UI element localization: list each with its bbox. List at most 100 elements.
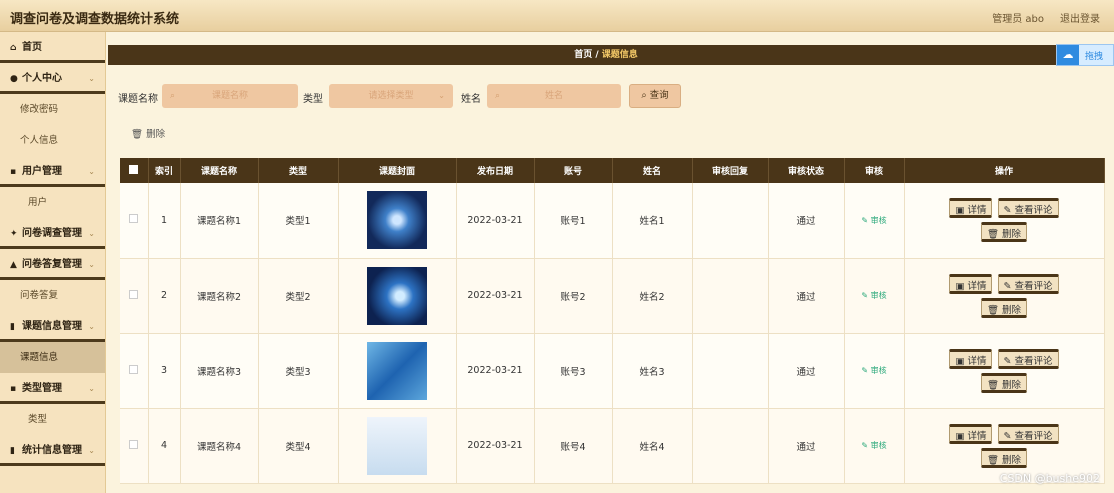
cell-person: 姓名4 (612, 408, 693, 484)
sidebar-item-personal-center[interactable]: ● 个人中心 ⌄ (0, 63, 105, 94)
cell-actions: ▣ 详情 ✎ 查看评论 🗑 删除 (904, 183, 1105, 259)
col-actions: 操作 (904, 158, 1105, 183)
chevron-down-icon: ⌄ (88, 229, 95, 238)
sidebar-item-users[interactable]: 用户 (0, 187, 105, 218)
cell-topic-name: 课题名称3 (180, 333, 259, 409)
sidebar-item-answers[interactable]: 问卷答复 (0, 280, 105, 311)
sidebar-item-change-password[interactable]: 修改密码 (0, 94, 105, 125)
grid-icon: ▪ (10, 167, 17, 177)
cell-person: 姓名3 (612, 333, 693, 409)
cloud-drag-button[interactable]: ☁ 拖拽 (1056, 44, 1114, 66)
grid-icon: ▪ (10, 384, 17, 394)
chevron-down-icon: ⌄ (88, 446, 95, 455)
sidebar-item-user-management[interactable]: ▪ 用户管理 ⌄ (0, 156, 105, 187)
breadcrumb: 首页 / 课题信息 (108, 45, 1104, 65)
edit-icon: ✎ (1003, 430, 1012, 442)
cell-cover (338, 333, 457, 409)
person-name-input[interactable]: ⌕ 姓名 (487, 84, 621, 108)
watermark: CSDN @bushe902 (999, 472, 1100, 485)
chevron-down-icon: ⌄ (88, 322, 95, 331)
detail-icon: ▣ (955, 280, 965, 292)
cell-audit: ✎ 审核 (844, 258, 905, 334)
sidebar-item-topic-management[interactable]: ▮ 课题信息管理 ⌄ (0, 311, 105, 342)
edit-icon: ✎ (861, 366, 869, 375)
row-checkbox[interactable] (120, 183, 149, 259)
query-button[interactable]: ⌕ 查询 (629, 84, 681, 108)
cell-audit: ✎ 审核 (844, 408, 905, 484)
delete-button[interactable]: 🗑 删除 (980, 447, 1028, 468)
cell-topic-name: 课题名称2 (180, 258, 259, 334)
cell-topic-name: 课题名称4 (180, 408, 259, 484)
audit-link[interactable]: ✎ 审核 (861, 291, 886, 300)
table-row: 1 课题名称1 类型1 2022-03-21 账号1 姓名1 通过 ✎ 审核 ▣… (120, 183, 1105, 259)
sidebar: ⌂ 首页 ● 个人中心 ⌄ 修改密码 个人信息 ▪ 用户管理 ⌄ 用户 ✦ 问卷调查管理 ⌄ … (0, 32, 106, 493)
sidebar-item-type-management[interactable]: ▪ 类型管理 ⌄ (0, 373, 105, 404)
edit-icon: ✎ (861, 441, 869, 450)
row-checkbox[interactable] (120, 408, 149, 484)
search-icon: ⌕ (495, 91, 501, 101)
breadcrumb-separator: / (595, 50, 599, 60)
view-comments-button[interactable]: ✎ 查看评论 (997, 348, 1059, 369)
logout-link[interactable]: 退出登录 (1060, 10, 1100, 25)
cell-reply (692, 183, 769, 259)
cover-image (367, 341, 427, 400)
topic-name-input[interactable]: ⌕ 课题名称 (162, 84, 298, 108)
edit-icon: ✎ (861, 291, 869, 300)
cell-topic-name: 课题名称1 (180, 183, 259, 259)
select-all-checkbox[interactable] (120, 158, 149, 183)
col-index: 索引 (148, 158, 181, 183)
batch-delete-button[interactable]: 🗑 删除 (131, 126, 165, 140)
cell-status: 通过 (768, 408, 845, 484)
chevron-down-icon: ⌄ (88, 167, 95, 176)
trash-icon: 🗑 (986, 454, 999, 466)
row-checkbox[interactable] (120, 258, 149, 334)
sidebar-item-personal-info[interactable]: 个人信息 (0, 125, 105, 156)
cell-person: 姓名2 (612, 258, 693, 334)
chevron-down-icon: ⌄ (88, 74, 95, 83)
cell-type: 类型4 (258, 408, 339, 484)
sidebar-item-home[interactable]: ⌂ 首页 (0, 32, 105, 63)
audit-link[interactable]: ✎ 审核 (861, 216, 886, 225)
breadcrumb-current: 课题信息 (601, 50, 638, 60)
audit-link[interactable]: ✎ 审核 (861, 441, 886, 450)
view-comments-button[interactable]: ✎ 查看评论 (997, 423, 1059, 444)
sidebar-item-topic-info[interactable]: 课题信息 (0, 342, 105, 373)
cell-person: 姓名1 (612, 183, 693, 259)
detail-icon: ▣ (955, 205, 965, 217)
breadcrumb-home[interactable]: 首页 (574, 50, 592, 60)
cell-audit: ✎ 审核 (844, 333, 905, 409)
sidebar-item-types[interactable]: 类型 (0, 404, 105, 435)
cell-date: 2022-03-21 (456, 183, 535, 259)
topic-table: 索引 课题名称 类型 课题封面 发布日期 账号 姓名 审核回复 审核状态 审核 … (120, 158, 1105, 484)
view-comments-button[interactable]: ✎ 查看评论 (997, 198, 1059, 219)
detail-button[interactable]: ▣ 详情 (949, 423, 993, 444)
edit-icon: ✎ (861, 215, 869, 225)
col-date: 发布日期 (456, 158, 535, 183)
row-checkbox[interactable] (120, 333, 149, 409)
list-icon: ▮ (10, 322, 15, 332)
search-icon: ⌕ (170, 91, 176, 101)
app-title: 调查问卷及调查数据统计系统 (10, 12, 180, 27)
sidebar-item-statistics-management[interactable]: ▮ 统计信息管理 ⌄ (0, 435, 105, 466)
trash-icon: 🗑 (131, 129, 144, 140)
delete-button[interactable]: 🗑 删除 (980, 222, 1028, 243)
chevron-down-icon: ⌄ (88, 384, 95, 393)
cell-index: 2 (148, 258, 181, 334)
sidebar-item-survey-management[interactable]: ✦ 问卷调查管理 ⌄ (0, 218, 105, 249)
detail-button[interactable]: ▣ 详情 (949, 273, 993, 294)
detail-button[interactable]: ▣ 详情 (949, 198, 993, 219)
detail-button[interactable]: ▣ 详情 (949, 348, 993, 369)
table-row: 3 课题名称3 类型3 2022-03-21 账号3 姓名3 通过 ✎ 审核 ▣… (120, 333, 1105, 409)
cover-image (367, 191, 427, 250)
cell-status: 通过 (768, 333, 845, 409)
audit-link[interactable]: ✎ 审核 (861, 366, 886, 375)
view-comments-button[interactable]: ✎ 查看评论 (997, 273, 1059, 294)
detail-icon: ▣ (955, 430, 965, 442)
type-label: 类型 (303, 94, 323, 105)
cell-status: 通过 (768, 183, 845, 259)
delete-button[interactable]: 🗑 删除 (980, 372, 1028, 393)
sidebar-item-answer-management[interactable]: ▲ 问卷答复管理 ⌄ (0, 249, 105, 280)
delete-button[interactable]: 🗑 删除 (980, 297, 1028, 318)
type-select[interactable]: 请选择类型 ⌄ (329, 84, 453, 108)
cell-reply (692, 258, 769, 334)
